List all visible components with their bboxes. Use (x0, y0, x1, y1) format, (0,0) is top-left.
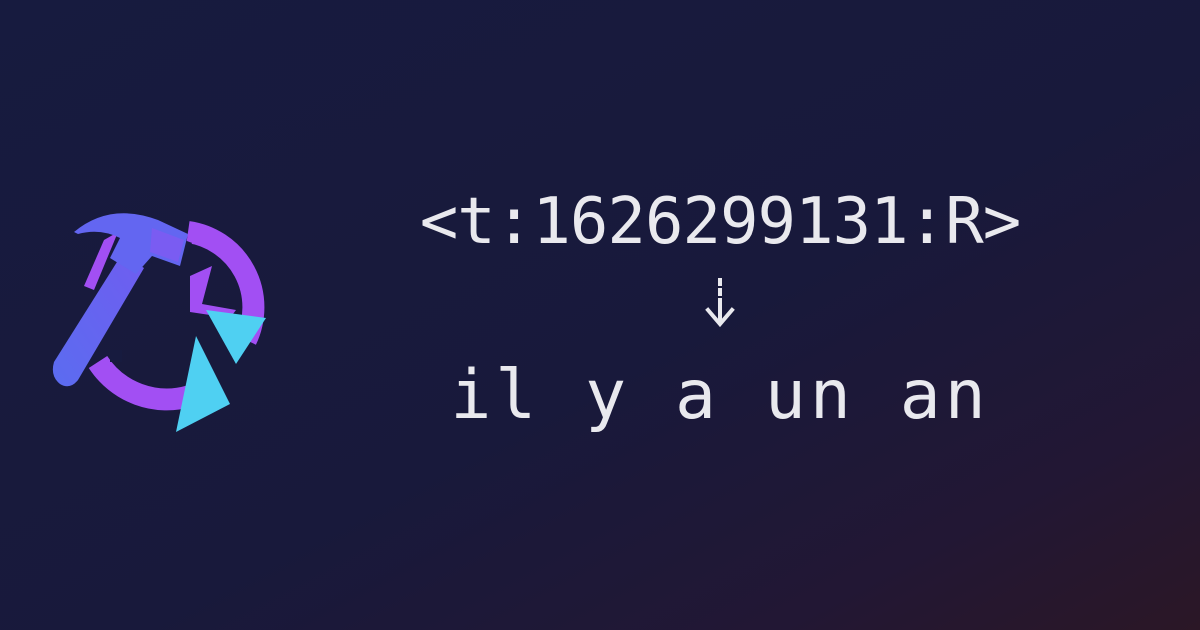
timestamp-code: <t:1626299131:R> (419, 185, 1022, 259)
dashed-down-arrow-icon (700, 274, 740, 334)
hammer-clock-logo-icon (40, 200, 280, 440)
rendered-relative-time: il y a un an (450, 356, 990, 435)
